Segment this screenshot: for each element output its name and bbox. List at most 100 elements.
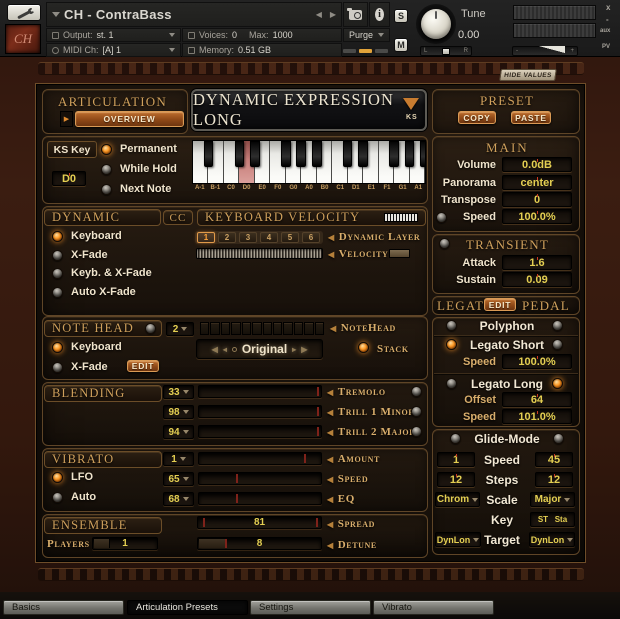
velocity-slider[interactable] — [196, 248, 323, 259]
glide-led-right[interactable] — [553, 433, 564, 444]
black-key-Dsharp1[interactable] — [358, 141, 368, 167]
dyn-auto-xfade-led[interactable] — [52, 287, 63, 298]
dyn-keyb-xfade-led[interactable] — [52, 268, 63, 279]
instrument-menu-icon[interactable] — [52, 12, 60, 17]
black-key-Csharp0[interactable] — [235, 141, 245, 167]
info-cell[interactable]: i — [369, 2, 390, 27]
legato-long-offset-value[interactable]: 64 — [502, 392, 572, 407]
midi-selector[interactable]: MIDI Ch: [A] 1 — [46, 43, 181, 57]
output-selector[interactable]: Output: st. 1 — [46, 28, 181, 42]
dynamic-layer-button-6[interactable]: 6 — [302, 232, 320, 243]
notehead-edit-button[interactable]: EDIT — [127, 360, 159, 372]
hide-values-button[interactable]: HIDE VALUES — [499, 69, 557, 81]
trill2-led[interactable] — [411, 426, 422, 437]
glide-scale-left-dropdown[interactable]: Chrom — [435, 492, 480, 507]
legato-short-label[interactable]: Legato Short — [462, 338, 552, 352]
aux-label[interactable]: aux — [600, 28, 610, 34]
players-field[interactable]: 1 — [92, 537, 158, 550]
overview-button[interactable]: OVERVIEW — [75, 111, 184, 127]
articulation-display[interactable]: DYNAMIC EXPRESSION LONG — [191, 89, 427, 131]
selector-left2-icon[interactable]: ◂ — [223, 345, 227, 354]
dynamic-layer-button-2[interactable]: 2 — [218, 232, 236, 243]
overview-play-box[interactable]: ▶ — [60, 111, 73, 127]
pedal-header[interactable]: PEDAL — [522, 298, 570, 314]
solo-button[interactable]: S — [394, 9, 408, 23]
selector-left-icon[interactable]: ◀ — [212, 345, 218, 354]
max-value[interactable]: 1000 — [273, 30, 293, 40]
tune-knob[interactable] — [421, 9, 451, 39]
glide-key-value[interactable]: ST Sta — [530, 512, 575, 527]
vib-speed-slider[interactable] — [198, 472, 322, 485]
speed-cc-dropdown[interactable]: 65 — [163, 472, 194, 486]
tune-value[interactable]: 0.00 — [458, 29, 479, 41]
polyphon-led-left[interactable] — [446, 320, 457, 331]
transient-led[interactable] — [439, 238, 450, 249]
notehead-option-xfade[interactable]: X-Fade — [52, 361, 108, 373]
tab-settings[interactable]: Settings — [250, 600, 371, 615]
black-key-Asharp-1[interactable] — [204, 141, 214, 167]
tremolo-cc-dropdown[interactable]: 33 — [163, 385, 194, 399]
attack-value[interactable]: 1.6 — [502, 255, 572, 270]
wrench-button[interactable] — [7, 4, 41, 21]
lfo-led[interactable] — [52, 472, 63, 483]
volume-slider[interactable]: - + — [512, 46, 578, 56]
pv-label[interactable]: PV — [602, 44, 610, 50]
glide-scale-right-dropdown[interactable]: Major — [530, 492, 575, 507]
tab-vibrato[interactable]: Vibrato — [373, 600, 494, 615]
nh-keyboard-led[interactable] — [52, 342, 63, 353]
glide-speed-left[interactable]: 1 — [437, 452, 475, 467]
legato-edit-button[interactable]: EDIT — [484, 298, 516, 311]
pan-slider[interactable]: L R — [420, 46, 472, 56]
remove-label[interactable]: x — [606, 3, 610, 12]
legato-long-speed-value[interactable]: 101.0% — [502, 409, 572, 424]
glide-led-left[interactable] — [450, 433, 461, 444]
dynamic-layer-button-5[interactable]: 5 — [281, 232, 299, 243]
pan-handle[interactable] — [442, 48, 450, 55]
legato-short-led-right[interactable] — [552, 339, 563, 350]
dyn-keyboard-led[interactable] — [52, 231, 63, 242]
next-instrument-icon[interactable]: ▶ — [330, 10, 336, 19]
eq-cc-dropdown[interactable]: 68 — [163, 492, 194, 506]
black-key-Csharp1[interactable] — [343, 141, 353, 167]
copy-button[interactable]: COPY — [458, 111, 496, 124]
polyphon-label[interactable]: Polyphon — [462, 319, 552, 333]
dynamic-option-keyboard[interactable]: Keyboard — [52, 230, 122, 242]
purge-menu[interactable]: Purge — [343, 28, 390, 42]
dynamic-option-keyb-xfade[interactable]: Keyb. & X-Fade — [52, 267, 152, 279]
permanent-led[interactable] — [101, 144, 112, 155]
ks-keyboard[interactable]: A-1B-1C0D0E0F0G0A0B0C1D1E1F1G1A1 — [192, 140, 426, 193]
black-key-Fsharp1[interactable] — [389, 141, 399, 167]
dynamic-layer-button-1[interactable]: 1 — [197, 232, 215, 243]
ks-option-permanent[interactable]: Permanent — [101, 143, 177, 155]
tremolo-slider[interactable] — [198, 385, 322, 398]
main-speed-value[interactable]: 100.0% — [502, 209, 572, 224]
selector-right2-icon[interactable]: ▸ — [292, 345, 296, 354]
paste-button[interactable]: PASTE — [511, 111, 551, 124]
glide-target-right-dropdown[interactable]: DynLon — [529, 532, 575, 547]
trill2-cc-dropdown[interactable]: 94 — [163, 425, 194, 439]
tab-articulation-presets[interactable]: Articulation Presets — [127, 600, 248, 615]
sustain-value[interactable]: 0.09 — [502, 272, 572, 287]
dynamic-layer-button-4[interactable]: 4 — [260, 232, 278, 243]
snapshot-cell[interactable] — [343, 2, 368, 27]
amount-cc-dropdown[interactable]: 1 — [163, 452, 194, 466]
auto-led[interactable] — [52, 492, 63, 503]
amount-slider[interactable] — [198, 452, 322, 465]
glide-title[interactable]: Glide-Mode — [462, 432, 552, 446]
black-key-Fsharp0[interactable] — [281, 141, 291, 167]
detune-slider[interactable]: 8 — [197, 537, 322, 550]
ks-triangle-icon[interactable] — [403, 98, 419, 110]
black-key-Dsharp0[interactable] — [250, 141, 260, 167]
trill1-led[interactable] — [411, 406, 422, 417]
spread-slider[interactable]: 81 — [197, 516, 322, 529]
notehead-selector[interactable]: ◀ ◂ Original ▸ ▶ — [196, 339, 323, 359]
transpose-value[interactable]: 0 — [502, 192, 572, 207]
while-hold-led[interactable] — [101, 164, 112, 175]
ks-key-value[interactable]: D0 — [52, 171, 86, 186]
glide-target-left-dropdown[interactable]: DynLon — [435, 532, 481, 547]
black-key-Asharp1[interactable] — [420, 141, 426, 167]
black-key-Gsharp0[interactable] — [296, 141, 306, 167]
mute-button[interactable]: M — [394, 38, 408, 52]
black-key-Gsharp1[interactable] — [405, 141, 415, 167]
legato-long-led-right[interactable] — [552, 378, 563, 389]
